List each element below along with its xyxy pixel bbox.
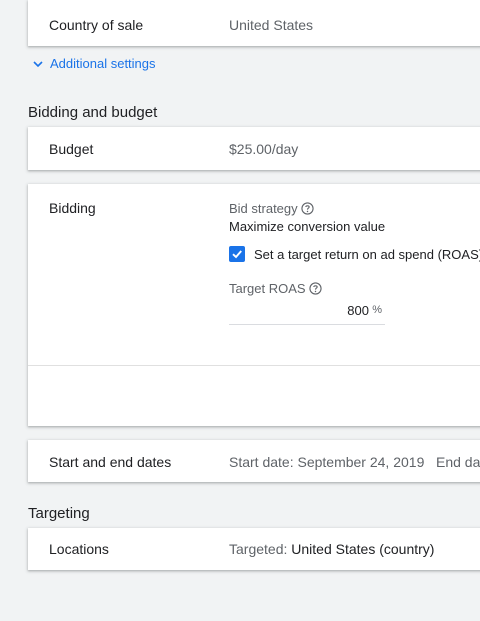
locations-label: Locations: [49, 541, 109, 557]
roas-checkbox-label: Set a target return on ad spend (ROAS): [254, 246, 480, 262]
check-icon: [232, 250, 242, 259]
help-icon[interactable]: [308, 282, 322, 295]
bidding-budget-section-title: Bidding and budget: [28, 104, 158, 121]
additional-settings-link[interactable]: Additional settings: [32, 56, 156, 71]
country-of-sale-row[interactable]: Country of sale United States: [28, 0, 480, 46]
additional-settings-label: Additional settings: [50, 56, 156, 71]
bidding-divider: [28, 365, 480, 366]
bidding-label: Bidding: [49, 200, 96, 216]
locations-row[interactable]: Locations Targeted: United States (count…: [28, 528, 480, 570]
targeted-location: United States (country): [291, 541, 435, 557]
start-end-dates-row[interactable]: Start and end dates Start date: Septembe…: [28, 440, 480, 482]
percent-unit: %: [372, 304, 382, 316]
budget-value: $25.00/day: [229, 141, 299, 157]
dates-label: Start and end dates: [49, 454, 172, 470]
roas-checkbox-row[interactable]: Set a target return on ad spend (ROAS): [229, 246, 480, 262]
budget-label: Budget: [49, 141, 94, 157]
target-roas-label: Target ROAS: [229, 281, 322, 296]
targeted-prefix: Targeted:: [229, 541, 288, 557]
bid-strategy-text: Bid strategy: [229, 201, 298, 216]
start-date-value: Start date: September 24, 2019: [229, 454, 425, 470]
target-roas-text: Target ROAS: [229, 281, 306, 296]
country-value: United States: [229, 17, 314, 33]
target-roas-value: 800: [347, 303, 369, 318]
budget-row[interactable]: Budget $25.00/day: [28, 127, 480, 170]
chevron-down-icon: [33, 60, 43, 67]
help-icon[interactable]: [301, 202, 314, 215]
country-label: Country of sale: [49, 17, 144, 33]
end-date-value: End dat: [436, 454, 480, 470]
roas-checkbox[interactable]: [229, 246, 245, 262]
target-roas-input[interactable]: 800 %: [229, 300, 385, 325]
bid-strategy-value[interactable]: Maximize conversion value: [229, 219, 385, 234]
locations-value: Targeted: United States (country): [229, 541, 434, 557]
bidding-panel: Bidding Bid strategy Maximize conversion…: [28, 184, 480, 426]
bid-strategy-label: Bid strategy: [229, 201, 314, 216]
targeting-section-title: Targeting: [28, 505, 90, 522]
